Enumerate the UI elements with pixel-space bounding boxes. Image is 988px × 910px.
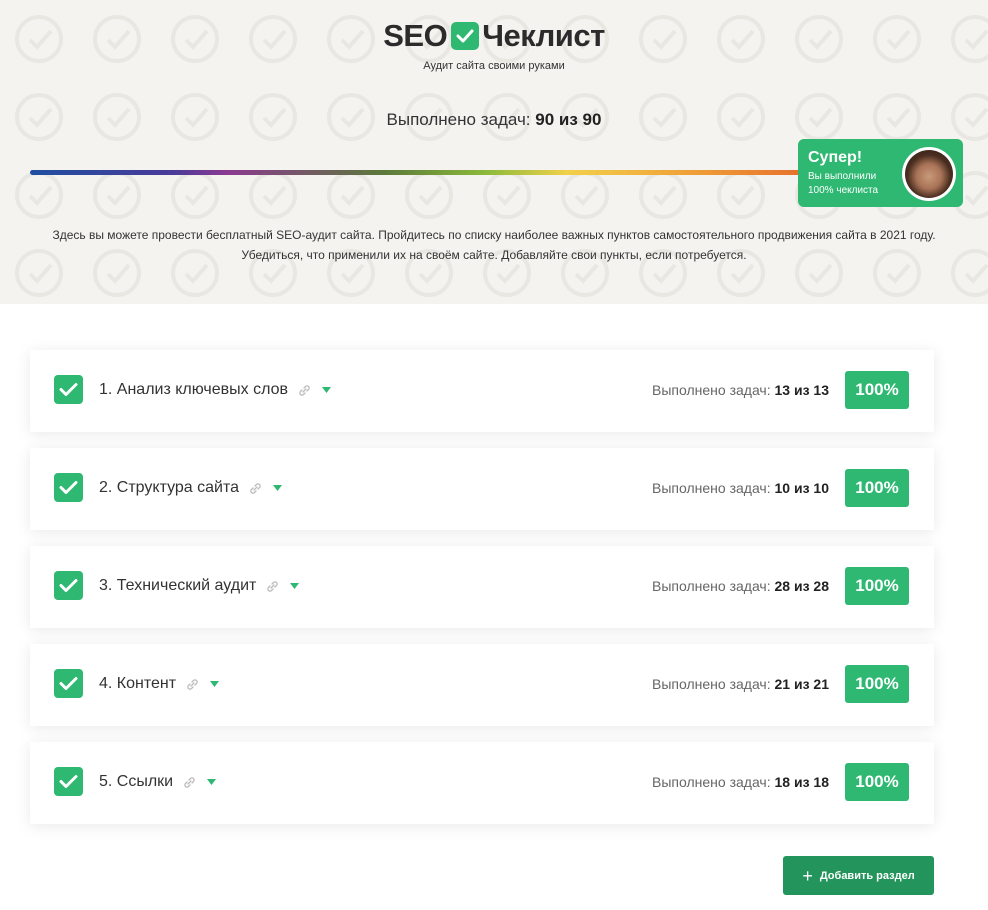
badge-line-2: 100% чеклиста [808,185,879,196]
chevron-down-icon[interactable] [207,778,217,786]
section-title: 4. Контент [99,675,177,692]
section-card[interactable]: 5. Ссылки Выполнено задач: 18 из 18 100% [30,742,934,824]
badge-line-1: Вы выполнили [808,171,877,182]
hero-header: SEO Чеклист Аудит сайта своими руками Вы… [0,0,988,304]
percent-badge: 100% [845,371,909,409]
add-section-button[interactable]: + Добавить раздел [783,856,934,895]
sections-list: 1. Анализ ключевых слов Выполнено задач:… [30,350,934,840]
section-stats-label: Выполнено задач: [652,382,771,398]
section-title: 1. Анализ ключевых слов [99,381,289,398]
section-stats: Выполнено задач: 28 из 28 [652,578,829,594]
badge-text: Вы выполнили 100% чеклиста [808,170,898,198]
total-progress-text: Выполнено задач: 90 из 90 [0,110,988,130]
section-stats-value: 28 из 28 [774,578,830,594]
intro-line-1: Здесь вы можете провести бесплатный SEO-… [52,228,936,242]
section-title: 5. Ссылки [99,773,174,790]
percent-badge: 100% [845,665,909,703]
section-stats-label: Выполнено задач: [652,578,771,594]
section-checkbox[interactable] [54,571,83,600]
achievement-badge: Супер! Вы выполнили 100% чеклиста [798,139,963,207]
section-header[interactable]: 5. Ссылки [99,773,217,791]
section-card[interactable]: 3. Технический аудит Выполнено задач: 28… [30,546,934,628]
section-checkbox[interactable] [54,669,83,698]
section-stats: Выполнено задач: 21 из 21 [652,676,829,692]
section-title: 2. Структура сайта [99,479,240,496]
section-header[interactable]: 4. Контент [99,675,220,693]
section-stats: Выполнено задач: 13 из 13 [652,382,829,398]
link-icon[interactable] [186,678,199,691]
link-icon[interactable] [249,482,262,495]
section-card[interactable]: 4. Контент Выполнено задач: 21 из 21 100… [30,644,934,726]
progress-bar [30,170,820,175]
checkmark-icon [59,579,78,592]
chevron-down-icon[interactable] [290,582,300,590]
add-section-label: Добавить раздел [819,869,915,882]
section-stats-value: 10 из 10 [774,480,830,496]
section-header[interactable]: 1. Анализ ключевых слов [99,381,332,399]
logo-word-text: Чеклист [482,18,605,53]
section-checkbox[interactable] [54,375,83,404]
section-stats-value: 21 из 21 [774,676,830,692]
intro-line-2: Убедиться, что применили их на своём сай… [241,248,747,262]
percent-badge: 100% [845,763,909,801]
checkmark-icon [451,22,480,50]
section-stats: Выполнено задач: 18 из 18 [652,774,829,790]
section-header[interactable]: 2. Структура сайта [99,479,283,497]
total-value: 90 из 90 [535,110,602,129]
section-stats: Выполнено задач: 10 из 10 [652,480,829,496]
intro-text: Здесь вы можете провести бесплатный SEO-… [0,225,988,265]
tagline: Аудит сайта своими руками [423,60,565,72]
chevron-down-icon[interactable] [210,680,220,688]
section-checkbox[interactable] [54,767,83,796]
total-label: Выполнено задач: [386,110,531,129]
section-stats-label: Выполнено задач: [652,774,771,790]
section-stats-value: 18 из 18 [774,774,830,790]
logo-seo-text: SEO [383,18,448,53]
avatar [902,147,956,201]
percent-badge: 100% [845,567,909,605]
section-checkbox[interactable] [54,473,83,502]
section-card[interactable]: 1. Анализ ключевых слов Выполнено задач:… [30,350,934,432]
link-icon[interactable] [298,384,311,397]
section-card[interactable]: 2. Структура сайта Выполнено задач: 10 и… [30,448,934,530]
chevron-down-icon[interactable] [273,484,283,492]
section-stats-label: Выполнено задач: [652,480,771,496]
logo[interactable]: SEO Чеклист [0,18,988,54]
chevron-down-icon[interactable] [322,386,332,394]
checkmark-icon [59,481,78,494]
percent-badge: 100% [845,469,909,507]
checkmark-icon [59,383,78,396]
section-stats-label: Выполнено задач: [652,676,771,692]
link-icon[interactable] [183,776,196,789]
link-icon[interactable] [266,580,279,593]
plus-icon: + [802,865,813,886]
badge-title: Супер! [808,149,863,166]
checkmark-icon [59,677,78,690]
checkmark-icon [59,775,78,788]
section-header[interactable]: 3. Технический аудит [99,577,300,595]
section-title: 3. Технический аудит [99,577,257,594]
section-stats-value: 13 из 13 [774,382,830,398]
